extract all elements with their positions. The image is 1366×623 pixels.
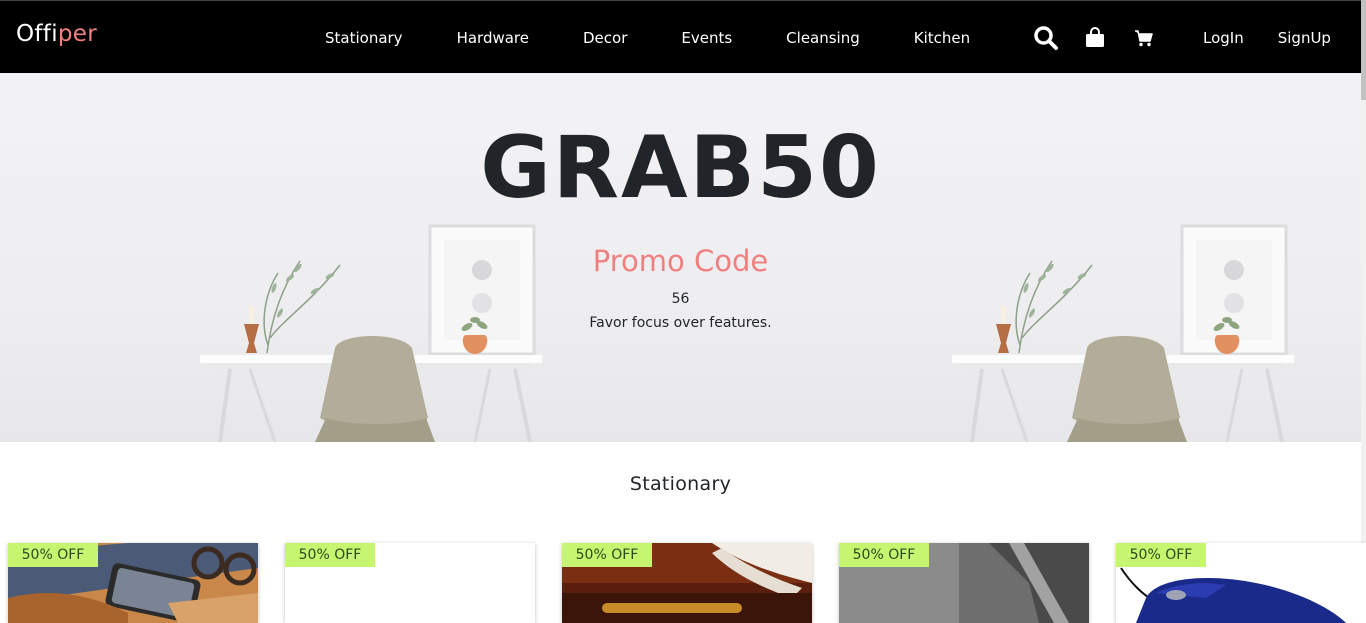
- product-card[interactable]: 50% OFF: [8, 543, 258, 623]
- nav-link-kitchen[interactable]: Kitchen: [887, 29, 997, 47]
- discount-badge: 50% OFF: [1116, 543, 1206, 567]
- nav-link-decor[interactable]: Decor: [556, 29, 654, 47]
- product-card-row: 50% OFF 50% OFF 50% OFF 50% OFF 50% OFF: [8, 543, 1366, 623]
- hero-banner: GRAB50 Promo Code 56 Favor focus over fe…: [0, 73, 1361, 442]
- product-card[interactable]: 50% OFF: [285, 543, 535, 623]
- cart-icon[interactable]: [1130, 24, 1158, 52]
- promo-number: 56: [671, 291, 690, 307]
- brand-logo-part1: Offi: [16, 21, 58, 47]
- page-scrollbar[interactable]: [1361, 0, 1366, 614]
- product-card[interactable]: 50% OFF: [1116, 543, 1366, 623]
- product-card[interactable]: 50% OFF: [839, 543, 1089, 623]
- brand-logo-part2: per: [57, 21, 97, 47]
- nav-icons: [1032, 1, 1179, 74]
- discount-badge: 50% OFF: [562, 543, 652, 567]
- nav-link-hardware[interactable]: Hardware: [430, 29, 556, 47]
- discount-badge: 50% OFF: [285, 543, 375, 567]
- brand-logo[interactable]: Offiper: [16, 21, 97, 47]
- discount-badge: 50% OFF: [839, 543, 929, 567]
- signup-link[interactable]: SignUp: [1261, 29, 1348, 47]
- promo-code-heading: GRAB50: [480, 118, 881, 218]
- search-icon[interactable]: [1032, 24, 1060, 52]
- nav-link-stationary[interactable]: Stationary: [298, 29, 430, 47]
- promo-tagline: Favor focus over features.: [589, 315, 772, 331]
- nav-link-cleansing[interactable]: Cleansing: [759, 29, 887, 47]
- shopping-bag-icon[interactable]: [1081, 24, 1109, 52]
- discount-badge: 50% OFF: [8, 543, 98, 567]
- navbar: Offiper Stationary Hardware Decor Events…: [0, 0, 1361, 73]
- nav-links: Stationary Hardware Decor Events Cleansi…: [298, 1, 997, 74]
- nav-link-events[interactable]: Events: [654, 29, 759, 47]
- product-card[interactable]: 50% OFF: [562, 543, 812, 623]
- login-link[interactable]: LogIn: [1186, 29, 1261, 47]
- promo-code-subtitle: Promo Code: [592, 244, 769, 278]
- nav-auth: LogIn SignUp: [1186, 1, 1348, 74]
- section-title: Stationary: [629, 473, 732, 495]
- scrollbar-thumb[interactable]: [1361, 0, 1366, 100]
